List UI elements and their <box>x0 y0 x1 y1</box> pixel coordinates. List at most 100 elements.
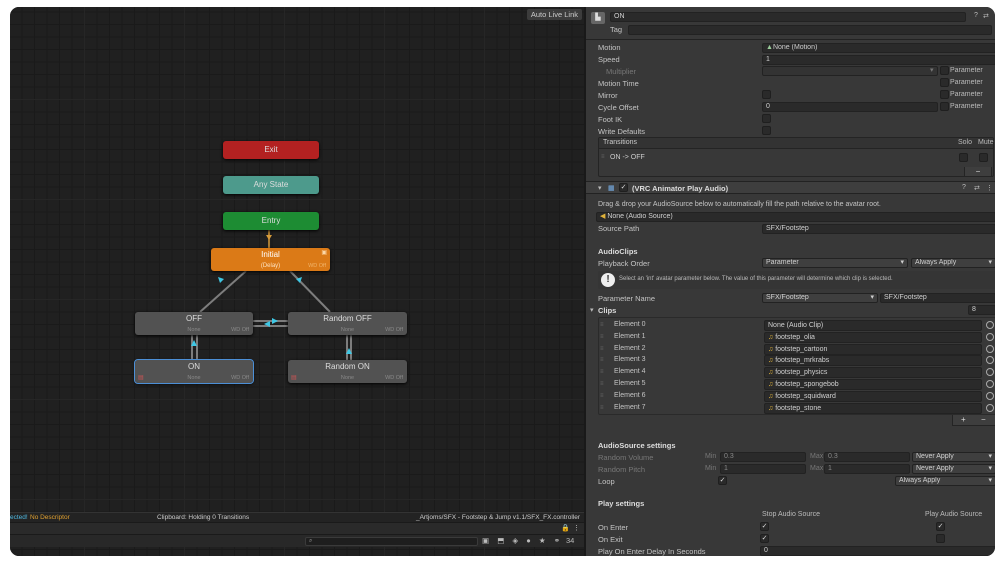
random-off-state-node[interactable]: Random OFF None WD Off <box>288 312 407 335</box>
package-icon[interactable]: ⬒ <box>497 536 504 545</box>
behaviour-enabled-checkbox[interactable]: ✓ <box>619 183 628 192</box>
menu-icon[interactable]: ⋮ <box>573 524 580 532</box>
drag-handle-icon[interactable]: ≡ <box>600 369 604 375</box>
playback-order-apply-dropdown[interactable]: Always Apply ▾ <box>911 258 995 268</box>
clip-element-field[interactable]: ♫ footstep_stone <box>764 402 982 414</box>
mirror-parameter-checkbox[interactable] <box>940 90 949 99</box>
clip-element-row[interactable]: ≡ Element 5 ♫ footstep_spongebob <box>598 379 995 391</box>
object-picker-icon[interactable] <box>986 332 994 341</box>
console-icon[interactable]: ▣ <box>482 536 489 545</box>
on-enter-stop-checkbox[interactable]: ✓ <box>760 522 769 531</box>
random-pitch-apply-dropdown[interactable]: Never Apply ▾ <box>912 464 995 474</box>
solo-checkbox[interactable] <box>959 153 968 162</box>
random-pitch-max-field[interactable]: 1 <box>824 464 910 474</box>
foldout-arrow-icon[interactable]: ▾ <box>590 306 594 314</box>
settings-icon[interactable]: ⇄ <box>983 12 989 20</box>
drag-handle-icon[interactable]: ≡ <box>600 357 604 363</box>
object-picker-icon[interactable] <box>986 344 994 353</box>
clip-element-field[interactable]: ♫ footstep_spongebob <box>764 379 982 390</box>
clip-element-value: footstep_olia <box>775 333 815 341</box>
multiplier-parameter-checkbox[interactable] <box>940 66 949 75</box>
cycle-offset-parameter-checkbox[interactable] <box>940 102 949 111</box>
star-icon[interactable]: ★ <box>539 536 546 545</box>
drag-handle-icon[interactable]: ≡ <box>600 346 604 352</box>
clip-element-row[interactable]: ≡ Element 0 None (Audio Clip) <box>598 320 995 332</box>
motion-time-parameter-checkbox[interactable] <box>940 78 949 87</box>
clip-element-row[interactable]: ≡ Element 3 ♫ footstep_mrkrabs <box>598 355 995 367</box>
clip-element-field[interactable]: ♫ footstep_cartoon <box>764 343 982 355</box>
random-on-state-node[interactable]: Random ON ▤ None WD Off <box>288 360 407 383</box>
search-input[interactable]: ⌕ <box>305 537 478 546</box>
drag-handle-icon[interactable]: ≡ <box>600 405 604 411</box>
object-picker-icon[interactable] <box>986 321 994 329</box>
parameter-name-dropdown[interactable]: SFX/Footstep ▾ <box>762 293 878 303</box>
loop-apply-dropdown[interactable]: Always Apply ▾ <box>895 476 995 486</box>
clip-element-row[interactable]: ≡ Element 2 ♫ footstep_cartoon <box>598 343 995 356</box>
behaviour-header[interactable]: ▾ ▦ ✓ (VRC Animator Play Audio) ? ⇄ ⋮ <box>586 181 995 194</box>
audio-source-field[interactable]: ◀ None (Audio Source) <box>596 212 995 222</box>
animator-graph[interactable]: Auto Live Link Exit Any State Entry Init… <box>10 7 584 556</box>
play-delay-field[interactable]: 0 <box>760 546 995 556</box>
on-enter-play-checkbox[interactable]: ✓ <box>936 522 945 531</box>
exit-node[interactable]: Exit <box>223 141 319 159</box>
random-volume-min-field[interactable]: 0.3 <box>720 452 806 462</box>
any-state-node[interactable]: Any State <box>223 176 319 194</box>
speed-field[interactable]: 1 <box>762 55 995 65</box>
info-icon[interactable]: ● <box>526 536 531 545</box>
playback-order-dropdown[interactable]: Parameter ▾ <box>762 258 908 268</box>
object-picker-icon[interactable] <box>986 403 994 412</box>
random-volume-max-field[interactable]: 0.3 <box>824 452 910 462</box>
object-picker-icon[interactable] <box>986 368 994 377</box>
lock-icon[interactable]: 🔒 <box>561 524 570 532</box>
layer-count: 34 <box>566 536 575 545</box>
random-volume-apply-dropdown[interactable]: Never Apply ▾ <box>912 452 995 462</box>
tag-icon[interactable]: ◈ <box>512 536 518 545</box>
clip-element-field[interactable]: ♫ footstep_squidward <box>764 390 982 402</box>
initial-state-node[interactable]: Initial (Delay) WD Off ▣ <box>211 248 330 271</box>
parameter-name-field[interactable]: SFX/Footstep <box>880 293 995 303</box>
add-clip-button[interactable]: + <box>961 415 966 425</box>
clip-element-row[interactable]: ≡ Element 1 ♫ footstep_olia <box>598 331 995 344</box>
help-icon[interactable]: ? <box>962 184 966 191</box>
remove-transition-button[interactable]: − <box>964 167 992 177</box>
entry-node[interactable]: Entry <box>223 212 319 230</box>
object-picker-icon[interactable] <box>986 356 994 365</box>
on-exit-play-checkbox[interactable] <box>936 534 945 543</box>
random-pitch-min-field[interactable]: 1 <box>720 464 806 474</box>
transition-item[interactable]: ≡ ON -> OFF <box>599 152 993 164</box>
motion-field[interactable]: ▲None (Motion) <box>762 43 995 53</box>
help-icon[interactable]: ? <box>974 12 978 19</box>
drag-handle-icon[interactable]: ≡ <box>600 322 604 328</box>
on-state-node[interactable]: ON ▤ None WD Off <box>134 359 254 384</box>
clip-element-field[interactable]: None (Audio Clip) <box>764 320 982 331</box>
drag-handle-icon[interactable]: ≡ <box>600 381 604 387</box>
write-defaults-checkbox[interactable] <box>762 126 771 135</box>
mirror-checkbox[interactable] <box>762 90 771 99</box>
off-state-node[interactable]: OFF None WD Off <box>135 312 253 335</box>
object-picker-icon[interactable] <box>986 391 994 400</box>
state-name-field[interactable]: ON <box>610 12 966 22</box>
clip-element-row[interactable]: ≡ Element 4 ♫ footstep_physics <box>598 367 995 379</box>
preset-icon[interactable]: ⇄ <box>974 184 980 192</box>
context-menu-icon[interactable]: ⋮ <box>986 184 993 192</box>
tag-field[interactable] <box>628 25 992 35</box>
clip-element-field[interactable]: ♫ footstep_mrkrabs <box>764 355 982 367</box>
foldout-arrow-icon[interactable]: ▾ <box>598 184 602 192</box>
layers-icon[interactable]: ⚭ <box>554 536 560 545</box>
clip-element-field[interactable]: ♫ footstep_olia <box>764 331 982 343</box>
clip-element-field[interactable]: ♫ footstep_physics <box>764 367 982 379</box>
cycle-offset-field[interactable]: 0 <box>762 102 938 112</box>
clip-element-row[interactable]: ≡ Element 6 ♫ footstep_squidward <box>598 390 995 403</box>
drag-handle-icon[interactable]: ≡ <box>600 334 604 340</box>
on-exit-stop-checkbox[interactable]: ✓ <box>760 534 769 543</box>
object-picker-icon[interactable] <box>986 380 994 388</box>
drag-handle-icon[interactable]: ≡ <box>600 393 604 399</box>
clips-count-field[interactable]: 8 <box>968 305 995 315</box>
loop-checkbox[interactable]: ✓ <box>718 476 727 485</box>
foot-ik-checkbox[interactable] <box>762 114 771 123</box>
clip-element-row[interactable]: ≡ Element 7 ♫ footstep_stone <box>598 402 995 415</box>
source-path-field[interactable]: SFX/Footstep <box>762 224 995 234</box>
remove-clip-button[interactable]: − <box>981 415 986 425</box>
mute-checkbox[interactable] <box>979 153 988 162</box>
drag-handle-icon[interactable]: ≡ <box>601 154 605 160</box>
